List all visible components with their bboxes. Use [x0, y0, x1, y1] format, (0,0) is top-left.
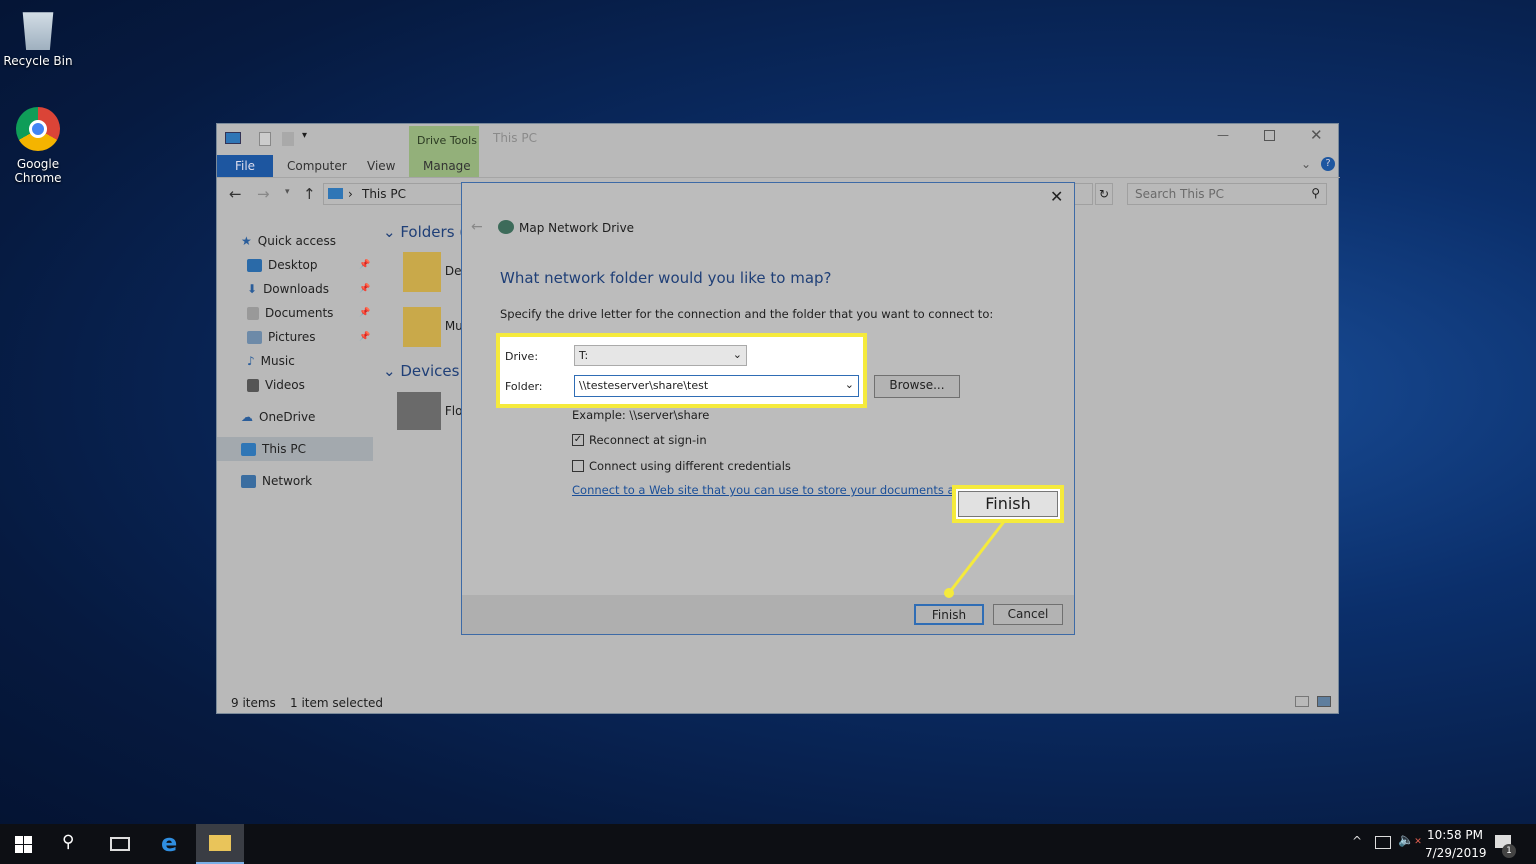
status-item-count: 9 items — [231, 696, 276, 710]
network-drive-icon — [498, 220, 514, 234]
clock-date[interactable]: 7/29/2019 — [1425, 846, 1487, 860]
notification-badge: 1 — [1502, 844, 1516, 858]
folder-icon — [209, 835, 231, 851]
folder-desktop[interactable]: De — [403, 252, 461, 295]
videos-icon — [247, 378, 259, 392]
properties-icon[interactable] — [259, 132, 271, 146]
window-title: This PC — [493, 131, 537, 145]
group-devices[interactable]: ⌄ Devices a — [383, 362, 473, 380]
pin-icon: 📌 — [359, 284, 371, 294]
web-site-link[interactable]: Connect to a Web site that you can use t… — [572, 483, 952, 497]
instruction-text: Specify the drive letter for the connect… — [500, 307, 994, 321]
recycle-bin-icon — [22, 12, 54, 50]
search-icon[interactable]: ⚲ — [62, 832, 74, 852]
music-icon: ♪ — [247, 354, 255, 368]
dialog-heading: What network folder would you like to ma… — [500, 269, 832, 287]
minimize-button[interactable]: — — [1217, 128, 1229, 142]
desktop-icon — [247, 258, 262, 272]
reconnect-checkbox[interactable]: ✓ Reconnect at sign-in — [572, 433, 707, 447]
large-icons-view-icon[interactable] — [1317, 696, 1331, 707]
cancel-button[interactable]: Cancel — [993, 604, 1063, 625]
close-button[interactable]: ✕ — [1310, 126, 1323, 144]
pin-icon: 📌 — [359, 308, 371, 318]
clock-time[interactable]: 10:58 PM — [1427, 828, 1483, 842]
computer-icon — [225, 132, 241, 144]
pictures-icon — [247, 330, 262, 344]
expand-ribbon-icon[interactable]: ⌄ — [1301, 157, 1311, 171]
pin-icon: 📌 — [359, 332, 371, 342]
show-hidden-icons[interactable]: ^ — [1352, 834, 1362, 848]
nav-quick-access[interactable]: ★ Quick access — [241, 234, 336, 248]
nav-music[interactable]: ♪ Music — [247, 354, 295, 368]
quick-access-dropdown-icon[interactable]: ▾ — [302, 130, 307, 141]
computer-icon — [241, 442, 256, 456]
recent-locations-icon[interactable]: ▾ — [285, 187, 290, 197]
finish-button[interactable]: Finish — [914, 604, 984, 625]
taskbar: ⚲ e ^ 🔈✕ 10:58 PM 7/29/2019 1 — [0, 824, 1536, 864]
tab-file[interactable]: File — [217, 155, 273, 177]
back-icon[interactable]: ← — [229, 185, 242, 203]
nav-pictures[interactable]: Pictures — [247, 330, 316, 344]
nav-desktop[interactable]: Desktop — [247, 258, 318, 272]
checkmark-icon: ✓ — [572, 434, 584, 446]
network-icon[interactable] — [1375, 836, 1391, 849]
tab-computer[interactable]: Computer — [287, 155, 347, 177]
search-input[interactable]: Search This PC ⚲ — [1127, 183, 1327, 205]
dialog-title: Map Network Drive — [519, 221, 635, 235]
browse-button[interactable]: Browse... — [874, 375, 960, 398]
documents-icon — [247, 306, 259, 320]
pin-icon: 📌 — [359, 260, 371, 270]
refresh-button[interactable]: ↻ — [1095, 183, 1113, 205]
example-text: Example: \\server\share — [572, 408, 710, 422]
chevron-down-icon: ⌄ — [732, 348, 742, 361]
download-icon: ⬇ — [247, 282, 258, 296]
floppy-drive[interactable]: Flo — [397, 392, 462, 433]
drive-tools-label: Drive Tools — [417, 134, 477, 147]
chrome-icon — [16, 107, 60, 151]
folder-music[interactable]: Mu — [403, 307, 463, 350]
tab-manage[interactable]: Manage — [423, 155, 471, 177]
desktop-icon-chrome[interactable]: Google Chrome — [3, 107, 73, 185]
cloud-icon: ☁ — [241, 410, 253, 424]
volume-muted-icon[interactable]: 🔈✕ — [1398, 833, 1422, 848]
chevron-down-icon: ⌄ — [844, 378, 854, 391]
search-icon: ⚲ — [1311, 186, 1320, 200]
file-explorer-taskbar-button[interactable] — [196, 824, 244, 864]
nav-downloads[interactable]: ⬇ Downloads — [247, 282, 329, 296]
computer-icon — [328, 188, 343, 199]
drive-select[interactable]: T: ⌄ — [574, 345, 747, 366]
start-button[interactable] — [15, 836, 32, 853]
network-icon — [241, 474, 256, 488]
folder-input[interactable]: \\testeserver\share\test ⌄ — [574, 375, 859, 397]
up-icon[interactable]: ↑ — [303, 185, 316, 203]
desktop-icon-recycle-bin[interactable]: Recycle Bin — [3, 8, 73, 68]
nav-onedrive[interactable]: ☁ OneDrive — [241, 410, 315, 424]
status-selection: 1 item selected — [290, 696, 384, 710]
close-dialog-button[interactable]: ✕ — [1050, 187, 1063, 206]
task-view-icon[interactable] — [110, 837, 130, 851]
finish-callout: Finish — [952, 485, 1064, 523]
edge-icon[interactable]: e — [161, 829, 177, 857]
help-icon[interactable]: ? — [1321, 157, 1335, 171]
tab-view[interactable]: View — [367, 155, 395, 177]
nav-documents[interactable]: Documents — [247, 306, 333, 320]
nav-videos[interactable]: Videos — [247, 378, 305, 392]
details-view-icon[interactable] — [1295, 696, 1309, 707]
star-icon: ★ — [241, 234, 252, 248]
forward-icon[interactable]: → — [257, 185, 270, 203]
new-folder-icon[interactable] — [282, 132, 294, 146]
callout-line — [944, 518, 1008, 598]
nav-network[interactable]: Network — [241, 474, 312, 488]
back-icon[interactable]: ← — [471, 219, 483, 235]
different-credentials-checkbox[interactable]: Connect using different credentials — [572, 459, 791, 473]
maximize-button[interactable] — [1264, 130, 1275, 141]
